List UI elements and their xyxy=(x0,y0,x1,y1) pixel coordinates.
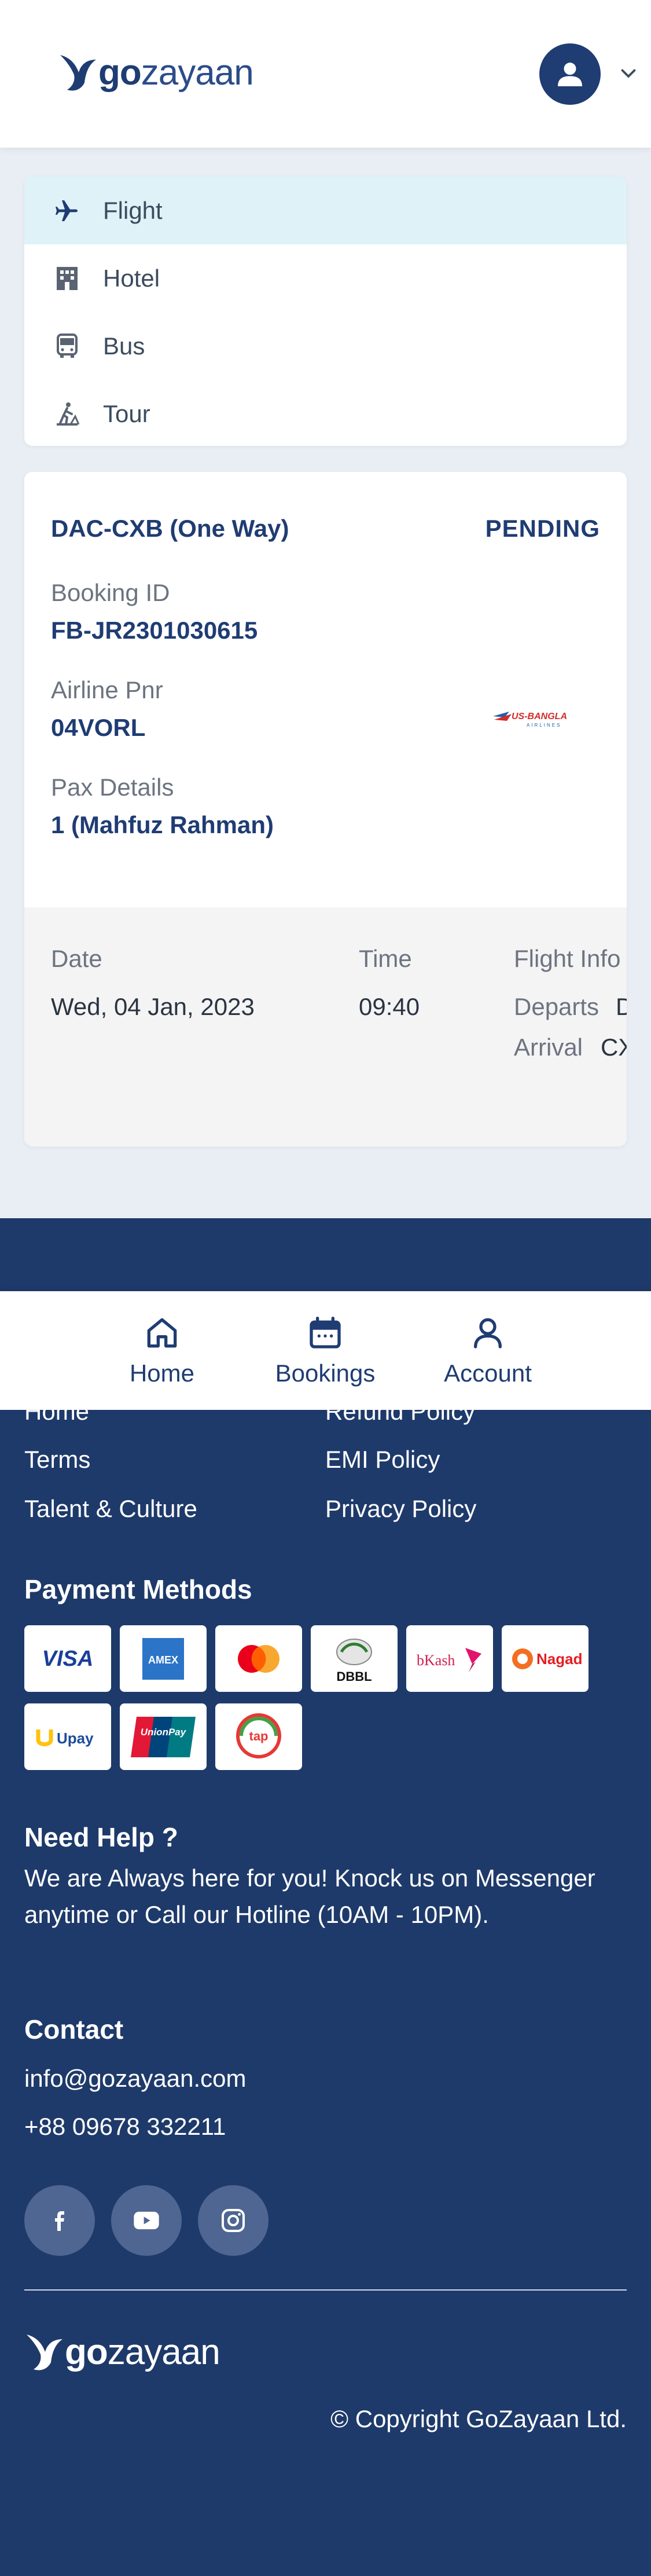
service-item-flight[interactable]: Flight xyxy=(24,177,627,244)
booking-card[interactable]: DAC-CXB (One Way) PENDING Booking ID FB-… xyxy=(24,472,627,1146)
booking-id-label: Booking ID xyxy=(51,579,170,606)
unionpay-logo: UnionPay xyxy=(120,1703,207,1770)
gozayaan-logo[interactable]: gozayaan xyxy=(58,49,254,96)
pax-value: 1 (Mahfuz Rahman) xyxy=(51,811,274,838)
nav-label: Home xyxy=(129,1359,195,1387)
help-text: We are Always here for you! Knock us on … xyxy=(24,1864,595,1928)
contact-heading: Contact xyxy=(24,2014,124,2044)
contact-email[interactable]: info@gozayaan.com xyxy=(24,2065,247,2093)
hotel-icon xyxy=(51,262,83,295)
visa-logo: VISA xyxy=(24,1625,111,1692)
nagad-logo: Nagad xyxy=(502,1625,589,1692)
date-value: Wed, 04 Jan, 2023 xyxy=(51,993,255,1020)
service-item-tour[interactable]: Tour xyxy=(24,380,627,446)
footer-link-terms[interactable]: Terms xyxy=(24,1446,90,1474)
pax-label: Pax Details xyxy=(51,774,174,801)
booking-id-value: FB-JR2301030615 xyxy=(51,617,258,644)
bkash-logo: bKash xyxy=(406,1625,493,1692)
footer-link-emi[interactable]: EMI Policy xyxy=(325,1446,440,1474)
tap-logo: tap xyxy=(215,1703,302,1770)
bus-icon xyxy=(51,330,83,362)
instagram-icon xyxy=(222,2209,245,2232)
service-item-hotel[interactable]: Hotel xyxy=(24,244,627,312)
svg-text:tap: tap xyxy=(249,1729,269,1743)
svg-text:DBBL: DBBL xyxy=(336,1669,372,1684)
copyright-text: © Copyright GoZayaan Ltd. xyxy=(330,2405,627,2432)
time-value: 09:40 xyxy=(359,993,420,1020)
arrival-label: Arrival xyxy=(514,1034,583,1061)
service-label: Hotel xyxy=(103,264,160,292)
service-menu: Flight Hotel Bus Tour xyxy=(24,177,627,446)
dbbl-logo: DBBL xyxy=(311,1625,398,1692)
departs-value: D xyxy=(616,993,627,1020)
svg-text:UnionPay: UnionPay xyxy=(141,1727,187,1738)
upay-logo: Upay xyxy=(24,1703,111,1770)
plane-icon xyxy=(51,195,83,227)
bird-logo-icon xyxy=(60,55,96,91)
youtube-icon xyxy=(134,2211,159,2230)
bird-logo-icon xyxy=(27,2335,62,2370)
user-icon xyxy=(474,1318,502,1349)
pnr-label: Airline Pnr xyxy=(51,676,163,703)
nav-label: Account xyxy=(444,1359,532,1387)
service-label: Bus xyxy=(103,332,145,360)
service-label: Tour xyxy=(103,400,150,427)
booking-route: DAC-CXB (One Way) xyxy=(51,515,289,542)
svg-text:US-BANGLA: US-BANGLA xyxy=(512,712,567,721)
payment-heading: Payment Methods xyxy=(24,1574,252,1604)
nav-home[interactable]: Home xyxy=(104,1291,220,1410)
departs-label: Departs xyxy=(514,993,599,1020)
footer-link-privacy[interactable]: Privacy Policy xyxy=(325,1495,476,1523)
account-avatar[interactable] xyxy=(539,43,601,105)
airline-logo: US-BANGLA AIRLINES xyxy=(492,703,584,735)
mastercard-logo xyxy=(215,1625,302,1692)
svg-text:bKash: bKash xyxy=(417,1652,455,1669)
nav-bookings[interactable]: Bookings xyxy=(267,1291,383,1410)
instagram-button[interactable] xyxy=(198,2185,269,2256)
nav-label: Bookings xyxy=(275,1359,376,1387)
svg-text:AMEX: AMEX xyxy=(148,1654,178,1666)
chevron-down-icon[interactable] xyxy=(618,63,639,83)
facebook-button[interactable] xyxy=(24,2185,95,2256)
date-label: Date xyxy=(51,945,102,972)
footer-logo: gozayaan xyxy=(24,2329,220,2375)
nav-account[interactable]: Account xyxy=(430,1291,546,1410)
site-footer: Home Terms Talent & Culture Refund Polic… xyxy=(0,1218,651,2576)
svg-text:AIRLINES: AIRLINES xyxy=(527,723,561,728)
svg-text:Upay: Upay xyxy=(57,1729,94,1747)
facebook-icon xyxy=(55,2211,64,2231)
time-label: Time xyxy=(359,945,412,972)
user-icon xyxy=(558,63,582,86)
footer-divider xyxy=(24,2289,627,2291)
help-heading: Need Help ? xyxy=(24,1822,178,1852)
tour-icon xyxy=(51,398,83,430)
service-item-bus[interactable]: Bus xyxy=(24,312,627,380)
footer-link-talent[interactable]: Talent & Culture xyxy=(24,1495,197,1523)
youtube-button[interactable] xyxy=(111,2185,182,2256)
svg-text:VISA: VISA xyxy=(42,1647,94,1671)
status-badge: PENDING xyxy=(485,515,600,542)
service-label: Flight xyxy=(103,196,163,224)
app-header: gozayaan xyxy=(0,0,651,148)
flight-info-label: Flight Info xyxy=(514,945,621,972)
arrival-value: CX xyxy=(601,1034,627,1061)
contact-phone[interactable]: +88 09678 332211 xyxy=(24,2113,226,2141)
bottom-navigation: Home Bookings Account xyxy=(0,1291,651,1410)
pnr-value: 04VORL xyxy=(51,714,146,741)
svg-text:Nagad: Nagad xyxy=(536,1650,582,1668)
home-icon xyxy=(147,1318,177,1347)
flight-summary: Date Wed, 04 Jan, 2023 Time 09:40 Flight… xyxy=(24,907,627,1146)
calendar-icon xyxy=(310,1316,341,1349)
amex-logo: AMEX xyxy=(120,1625,207,1692)
